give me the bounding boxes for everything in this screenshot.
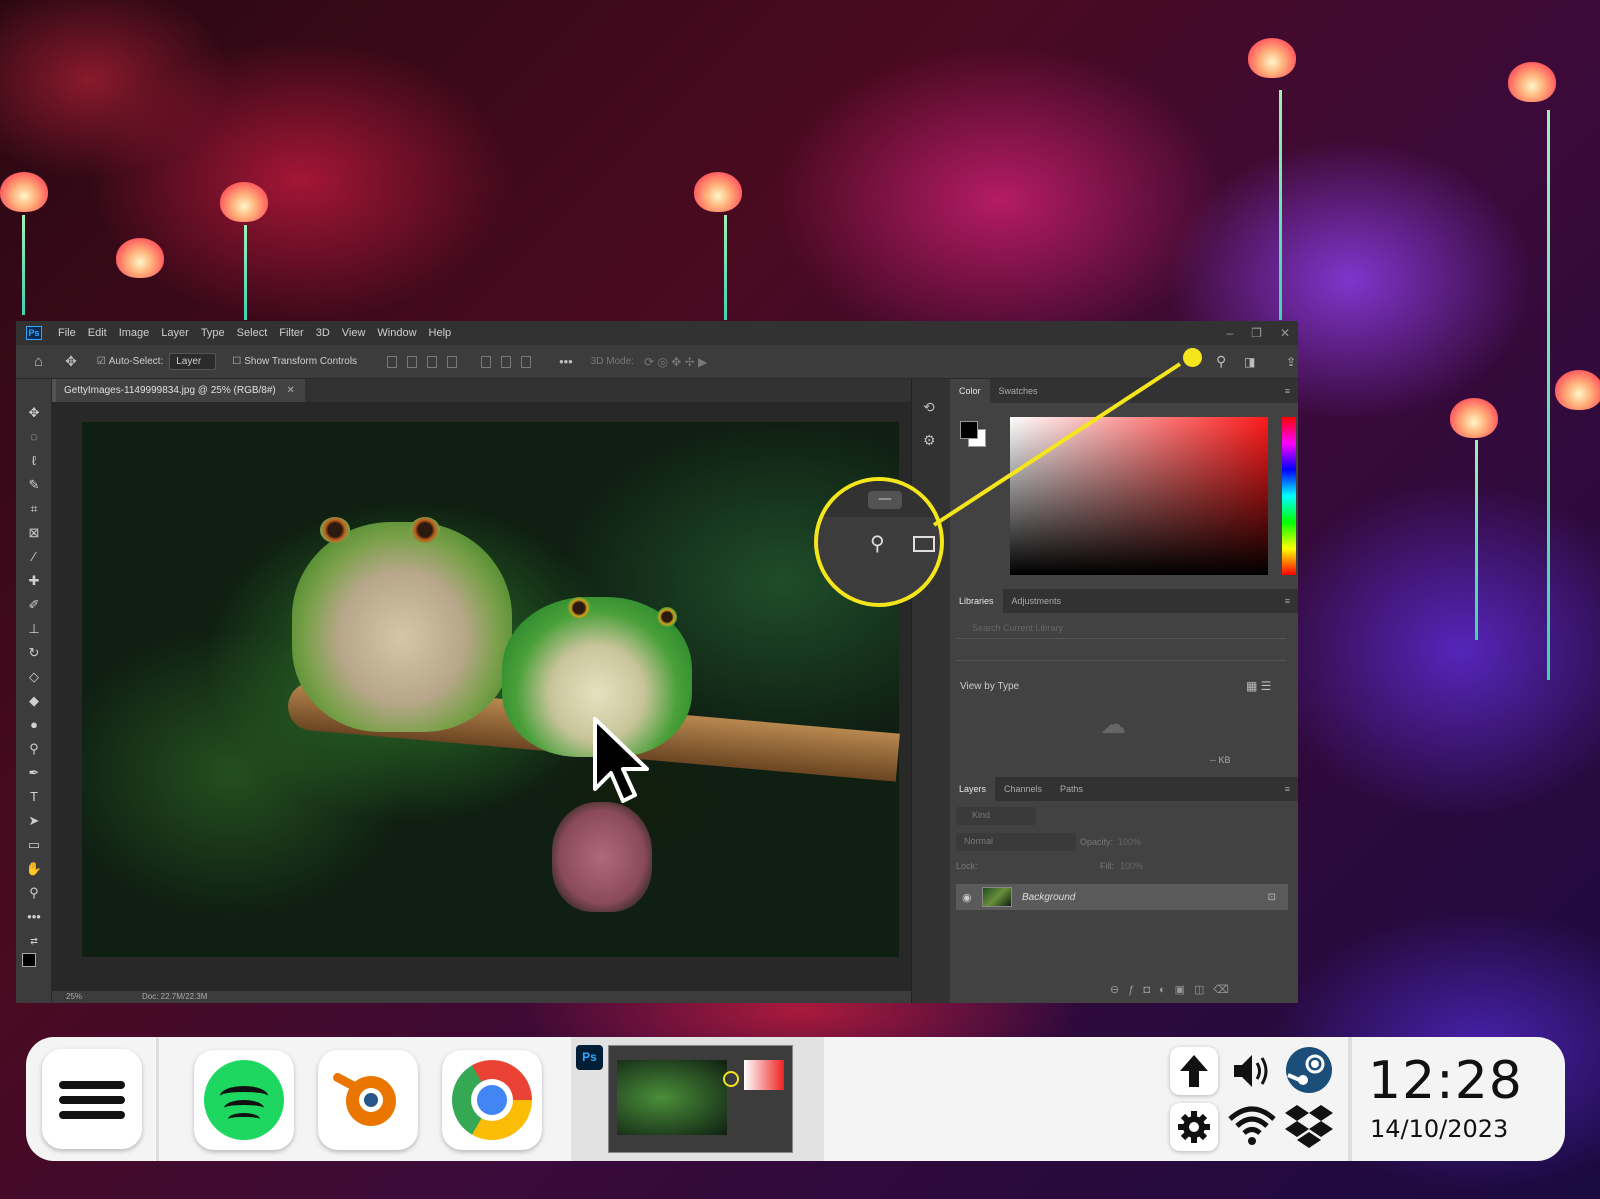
steam-icon bbox=[1286, 1047, 1332, 1093]
gear-icon bbox=[1178, 1111, 1210, 1143]
volume-button[interactable] bbox=[1228, 1047, 1276, 1095]
thumbnail-color-panel bbox=[744, 1060, 784, 1090]
volume-icon bbox=[1234, 1055, 1268, 1087]
blender-app-button[interactable] bbox=[318, 1050, 418, 1150]
taskbar-divider bbox=[1348, 1037, 1352, 1161]
dropbox-button[interactable] bbox=[1284, 1101, 1333, 1149]
chrome-icon bbox=[477, 1085, 507, 1115]
dropbox-icon bbox=[1285, 1105, 1333, 1148]
start-menu-button[interactable] bbox=[42, 1049, 142, 1149]
taskbar-divider bbox=[156, 1037, 159, 1161]
spotify-wave bbox=[228, 1113, 260, 1125]
spotify-app-button[interactable] bbox=[194, 1050, 294, 1150]
callout-line bbox=[932, 362, 1182, 527]
photoshop-badge-icon: Ps bbox=[576, 1045, 603, 1070]
wifi-icon bbox=[1228, 1106, 1276, 1145]
active-window-photoshop[interactable]: Ps bbox=[571, 1037, 824, 1161]
menu-icon bbox=[59, 1081, 125, 1089]
upload-button[interactable] bbox=[1170, 1047, 1218, 1095]
upload-arrow-icon bbox=[1180, 1055, 1208, 1087]
mouse-cursor-icon bbox=[593, 717, 649, 803]
clock-date[interactable]: 14/10/2023 bbox=[1370, 1115, 1508, 1143]
steam-button[interactable] bbox=[1284, 1045, 1332, 1093]
settings-button[interactable] bbox=[1170, 1103, 1218, 1151]
window-thumbnail bbox=[608, 1045, 793, 1153]
chrome-app-button[interactable] bbox=[442, 1050, 542, 1150]
wifi-button[interactable] bbox=[1226, 1101, 1276, 1149]
thumbnail-highlight bbox=[723, 1071, 739, 1087]
taskbar: Ps 12:28 14/10/2023 bbox=[26, 1037, 1565, 1161]
blender-icon bbox=[364, 1093, 378, 1107]
menu-icon bbox=[59, 1096, 125, 1104]
clock-time[interactable]: 12:28 bbox=[1368, 1051, 1523, 1111]
menu-icon bbox=[59, 1111, 125, 1119]
thumbnail-canvas bbox=[617, 1060, 727, 1135]
